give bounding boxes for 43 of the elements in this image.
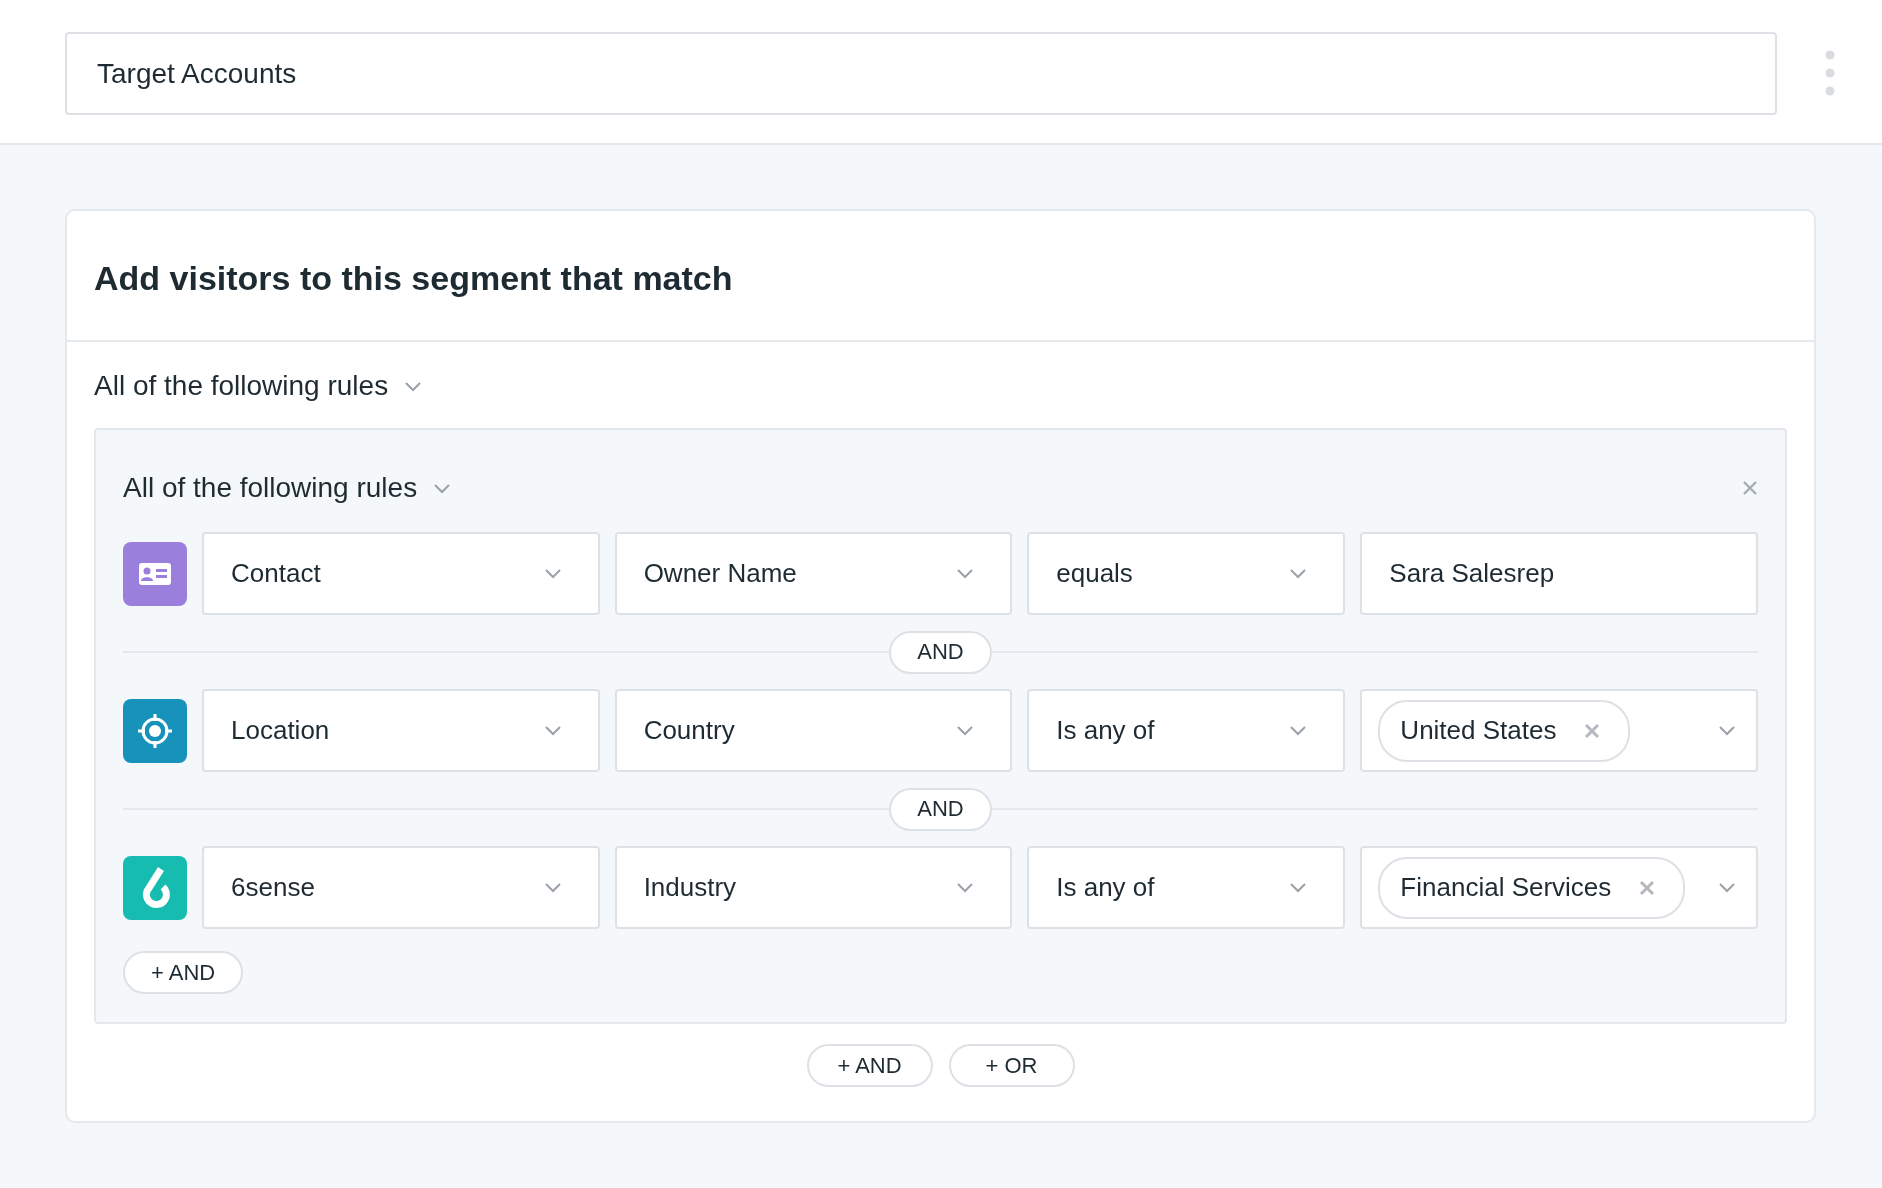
and-connector[interactable]: AND bbox=[889, 630, 992, 674]
chevron-down-icon bbox=[543, 568, 562, 579]
add-and-button[interactable]: + AND bbox=[123, 951, 244, 994]
more-options-icon[interactable] bbox=[1825, 50, 1835, 96]
crosshair-icon bbox=[123, 698, 187, 763]
select-dropdown[interactable]: Is any of bbox=[1027, 846, 1346, 929]
tag-label: United States bbox=[1400, 715, 1557, 746]
select-dropdown[interactable]: Is any of bbox=[1027, 689, 1346, 772]
multi-select-field[interactable]: United States bbox=[1360, 689, 1758, 772]
multi-select-field[interactable]: Financial Services bbox=[1360, 846, 1758, 929]
chevron-down-icon bbox=[543, 882, 562, 893]
chevron-down-icon bbox=[956, 568, 975, 579]
add-condition-button[interactable]: + OR bbox=[948, 1044, 1075, 1087]
chevron-down-icon bbox=[956, 725, 975, 736]
select-dropdown[interactable]: Industry bbox=[614, 846, 1013, 929]
id-card-icon bbox=[123, 541, 187, 606]
remove-icon[interactable] bbox=[1584, 722, 1601, 739]
tag-label: Financial Services bbox=[1400, 872, 1612, 903]
select-dropdown[interactable]: Owner Name bbox=[614, 532, 1013, 615]
chevron-down-icon bbox=[956, 882, 975, 893]
segment-name-field[interactable]: Target Accounts bbox=[65, 32, 1777, 115]
chevron-down-icon bbox=[1289, 568, 1308, 579]
and-connector[interactable]: AND bbox=[889, 787, 992, 831]
chevron-down-icon bbox=[1289, 725, 1308, 736]
value-input-field[interactable]: Sara Salesrep bbox=[1360, 532, 1758, 615]
chevron-down-icon bbox=[543, 725, 562, 736]
match-mode-dropdown[interactable]: All of the following rules bbox=[123, 472, 452, 504]
chevron-down-icon bbox=[1718, 882, 1736, 893]
chevron-down-icon bbox=[433, 482, 452, 494]
select-dropdown[interactable]: Contact bbox=[202, 532, 600, 615]
close-icon[interactable] bbox=[1742, 480, 1758, 496]
select-dropdown[interactable]: Country bbox=[614, 689, 1013, 772]
match-mode-dropdown[interactable]: All of the following rules bbox=[94, 370, 423, 402]
swirl-logo-icon bbox=[123, 855, 187, 920]
chevron-down-icon bbox=[404, 380, 423, 392]
select-dropdown[interactable]: 6sense bbox=[202, 846, 600, 929]
add-condition-button[interactable]: + AND bbox=[806, 1044, 933, 1087]
select-dropdown[interactable]: Location bbox=[202, 689, 600, 772]
select-dropdown[interactable]: equals bbox=[1027, 532, 1346, 615]
chevron-down-icon bbox=[1289, 882, 1308, 893]
remove-icon[interactable] bbox=[1639, 879, 1656, 896]
card-title: Add visitors to this segment that match bbox=[67, 211, 1814, 342]
chevron-down-icon bbox=[1718, 725, 1736, 736]
